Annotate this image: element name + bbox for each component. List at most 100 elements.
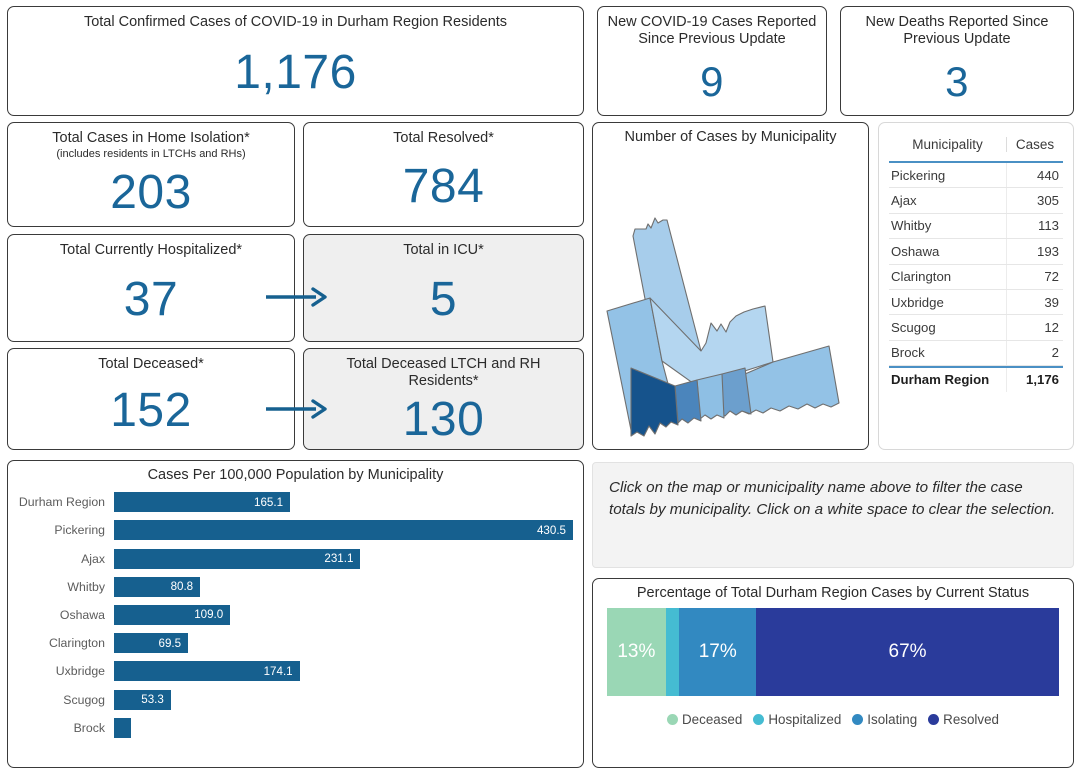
municipality-table[interactable]: Municipality Cases Pickering 440 Ajax 305 Wh… bbox=[879, 123, 1073, 392]
bar-value-label: 53.3 bbox=[141, 693, 164, 707]
kpi-new-deaths[interactable]: New Deaths Reported Since Previous Updat… bbox=[840, 6, 1074, 116]
kpi-total-confirmed[interactable]: Total Confirmed Cases of COVID-19 in Dur… bbox=[7, 6, 584, 116]
municipality-table-panel[interactable]: Municipality Cases Pickering 440 Ajax 305 Wh… bbox=[878, 122, 1074, 450]
bar-value-label: 174.1 bbox=[263, 664, 293, 678]
map-body[interactable] bbox=[593, 146, 868, 449]
kpi-home-isolation[interactable]: Total Cases in Home Isolation* (includes… bbox=[7, 122, 295, 227]
legend-label: Hospitalized bbox=[768, 712, 842, 728]
table-cell-cases: 39 bbox=[1044, 294, 1059, 310]
legend-item-hospitalized[interactable]: Hospitalized bbox=[753, 712, 841, 727]
kpi-deceased-value-wrap: 152 bbox=[8, 373, 294, 449]
table-row[interactable]: Ajax 305 bbox=[889, 188, 1063, 214]
table-cell-municipality: Whitby bbox=[889, 213, 1007, 239]
map-region-oshawa[interactable] bbox=[719, 367, 752, 417]
bar-category-label: Ajax bbox=[81, 551, 105, 566]
table-cell-cases: 1,176 bbox=[1025, 372, 1059, 388]
bar-category-label: Uxbridge bbox=[55, 664, 105, 679]
kpi-deceased-ltch-value-wrap: 130 bbox=[304, 390, 583, 449]
table-cell-municipality: Pickering bbox=[889, 163, 1007, 188]
bar-row[interactable]: Uxbridge 174.1 bbox=[18, 657, 573, 685]
table-cell-cases: 72 bbox=[1044, 269, 1059, 285]
bar-row[interactable]: Oshawa 109.0 bbox=[18, 601, 573, 629]
legend-label: Isolating bbox=[867, 712, 918, 728]
legend-item-resolved[interactable]: Resolved bbox=[928, 712, 999, 727]
bar-row[interactable]: Brock bbox=[18, 714, 573, 742]
kpi-total-resolved[interactable]: Total Resolved* 784 bbox=[303, 122, 584, 227]
status-segment-hospitalized[interactable] bbox=[665, 608, 680, 697]
bar-fill[interactable] bbox=[114, 717, 132, 738]
status-percentage-panel[interactable]: Percentage of Total Durham Region Cases … bbox=[592, 578, 1074, 768]
bar-row[interactable]: Pickering 430.5 bbox=[18, 516, 573, 544]
bar-row[interactable]: Scugog 53.3 bbox=[18, 685, 573, 713]
table-row[interactable]: Uxbridge 39 bbox=[889, 289, 1063, 316]
bar-track bbox=[114, 714, 573, 742]
legend-dot-icon bbox=[667, 714, 679, 726]
kpi-new-deaths-title: New Deaths Reported Since Previous Updat… bbox=[865, 14, 1049, 48]
map-region-whitby[interactable] bbox=[696, 373, 725, 420]
table-cell-municipality: Brock bbox=[889, 340, 1007, 366]
kpi-hospitalized[interactable]: Total Currently Hospitalized* 37 bbox=[7, 234, 295, 342]
bar-fill[interactable]: 174.1 bbox=[114, 661, 300, 682]
bar-fill[interactable]: 53.3 bbox=[114, 689, 171, 710]
table-cell-municipality: Oshawa bbox=[889, 239, 1007, 264]
kpi-deceased-ltch[interactable]: Total Deceased LTCH and RH Residents* 13… bbox=[303, 348, 584, 450]
kpi-deceased[interactable]: Total Deceased* 152 bbox=[7, 348, 295, 450]
table-cell-cases: 2 bbox=[1051, 345, 1059, 361]
bar-value-label: 231.1 bbox=[324, 552, 354, 566]
table-row-total[interactable]: Durham Region 1,176 bbox=[889, 366, 1063, 392]
bar-track: 231.1 bbox=[114, 544, 573, 572]
table-row[interactable]: Clarington 72 bbox=[889, 264, 1063, 290]
bar-fill[interactable]: 80.8 bbox=[114, 576, 201, 597]
bar-value-label: 165.1 bbox=[254, 495, 284, 509]
status-segment-label: 13% bbox=[617, 641, 656, 663]
status-segment-label: 17% bbox=[698, 641, 737, 663]
status-stacked-bar[interactable]: 13% 17% 67% bbox=[607, 608, 1059, 697]
table-cell-cases: 440 bbox=[1036, 167, 1059, 183]
map-panel[interactable]: Number of Cases by Municipality bbox=[592, 122, 869, 450]
bar-row[interactable]: Durham Region 165.1 bbox=[18, 488, 573, 516]
bar-row[interactable]: Ajax 231.1 bbox=[18, 544, 573, 572]
kpi-home-isolation-value: 203 bbox=[110, 166, 192, 220]
filter-instructions-note: Click on the map or municipality name ab… bbox=[592, 462, 1074, 568]
cases-per-100k-panel[interactable]: Cases Per 100,000 Population by Municipa… bbox=[7, 460, 584, 768]
table-row[interactable]: Scugog 12 bbox=[889, 315, 1063, 341]
kpi-icu-value-wrap: 5 bbox=[304, 259, 583, 341]
bar-row[interactable]: Clarington 69.5 bbox=[18, 629, 573, 657]
durham-region-map[interactable] bbox=[593, 146, 868, 446]
bar-fill[interactable]: 109.0 bbox=[114, 604, 231, 625]
status-segment-label: 67% bbox=[888, 641, 927, 663]
bar-row[interactable]: Whitby 80.8 bbox=[18, 573, 573, 601]
table-cell-municipality: Ajax bbox=[889, 188, 1007, 213]
bar-track: 165.1 bbox=[114, 488, 573, 516]
kpi-new-cases[interactable]: New COVID-19 Cases Reported Since Previo… bbox=[597, 6, 827, 116]
bar-track: 174.1 bbox=[114, 657, 573, 685]
bar-value-label: 80.8 bbox=[170, 580, 194, 594]
legend-label: Resolved bbox=[943, 712, 999, 728]
status-segment-isolating[interactable]: 17% bbox=[679, 608, 757, 697]
legend-dot-icon bbox=[928, 714, 940, 726]
legend-item-isolating[interactable]: Isolating bbox=[852, 712, 917, 727]
map-region-pickering[interactable] bbox=[630, 367, 679, 437]
status-segment-resolved[interactable]: 67% bbox=[756, 608, 1059, 697]
kpi-deceased-ltch-value: 130 bbox=[402, 392, 485, 446]
bar-fill[interactable]: 430.5 bbox=[114, 520, 573, 541]
bar-fill[interactable]: 69.5 bbox=[114, 633, 189, 654]
table-row[interactable]: Pickering 440 bbox=[889, 163, 1063, 189]
table-row[interactable]: Oshawa 193 bbox=[889, 239, 1063, 265]
kpi-new-cases-value: 9 bbox=[700, 57, 724, 105]
map-region-ajax[interactable] bbox=[674, 379, 702, 424]
bar-fill[interactable]: 165.1 bbox=[114, 492, 291, 513]
table-row[interactable]: Whitby 113 bbox=[889, 213, 1063, 240]
bar-value-label: 109.0 bbox=[194, 608, 224, 622]
bar-track: 109.0 bbox=[114, 601, 573, 629]
legend-dot-icon bbox=[852, 714, 864, 726]
table-row[interactable]: Brock 2 bbox=[889, 340, 1063, 367]
bar-category-label: Whitby bbox=[67, 579, 105, 594]
kpi-icu[interactable]: Total in ICU* 5 bbox=[303, 234, 584, 342]
legend-label: Deceased bbox=[682, 712, 743, 728]
kpi-icu-value: 5 bbox=[429, 273, 458, 327]
status-segment-deceased[interactable]: 13% bbox=[607, 608, 666, 697]
bar-track: 69.5 bbox=[114, 629, 573, 657]
bar-fill[interactable]: 231.1 bbox=[114, 548, 361, 569]
legend-item-deceased[interactable]: Deceased bbox=[667, 712, 742, 727]
